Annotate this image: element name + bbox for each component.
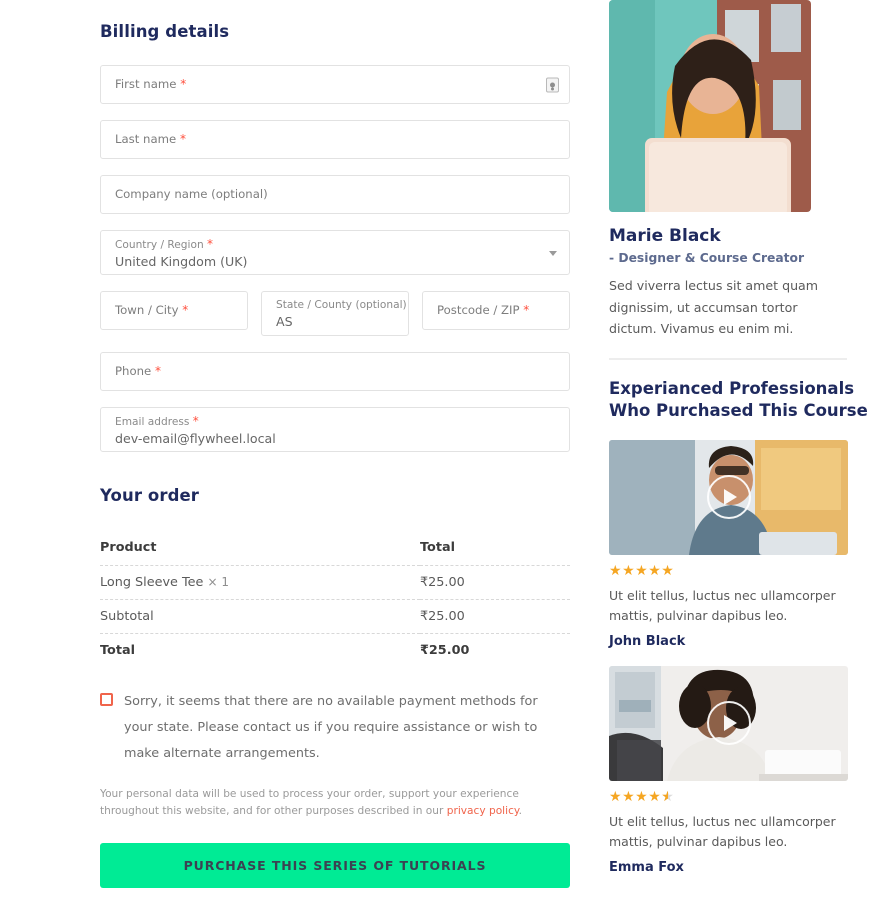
payment-notice: Sorry, it seems that there are no availa… (100, 689, 570, 768)
state-county-field[interactable]: State / County (optional) AS (261, 291, 409, 336)
email-field[interactable]: Email address * dev-email@flywheel.local (100, 407, 570, 452)
rating-stars-2: ★★★★★★ (609, 790, 849, 804)
play-icon[interactable] (706, 475, 751, 519)
star-icon: ★ (635, 562, 649, 579)
required-marker: * (179, 132, 186, 146)
company-name-field[interactable]: Company name (optional) (100, 175, 570, 214)
chevron-down-icon[interactable] (549, 250, 557, 256)
required-marker: * (182, 303, 189, 317)
table-row: Long Sleeve Tee × 1 ₹25.00 (100, 565, 570, 600)
sidebar-column: Marie Black - Designer & Course Creator … (609, 0, 868, 875)
subtotal-label: Subtotal (100, 599, 420, 634)
company-name-label: Company name (optional) (115, 187, 268, 202)
last-name-field[interactable]: Last name * (100, 120, 570, 159)
testimonials-title: Experianced Professionals Who Purchased … (609, 378, 868, 421)
author-role: - Designer & Course Creator (609, 251, 805, 265)
required-marker: * (207, 236, 214, 251)
section-divider (609, 357, 847, 360)
country-region-select[interactable]: Country / Region * United Kingdom (UK) (100, 230, 570, 275)
postcode-zip-label: Postcode / ZIP * (437, 303, 530, 317)
star-icon: ★ (635, 788, 649, 805)
total-label: Total (100, 633, 420, 667)
page-title: Billing details (100, 22, 230, 41)
author-name: Marie Black (609, 226, 721, 246)
play-icon[interactable] (706, 701, 751, 745)
last-name-label: Last name * (115, 132, 186, 146)
table-row: Subtotal ₹25.00 (100, 599, 570, 634)
testimonial-author: Emma Fox (609, 859, 684, 875)
order-summary-table: Product Total Long Sleeve Tee × 1 ₹25.00… (100, 531, 570, 667)
list-item: ★★★★★ Ut elit tellus, luctus nec ullamco… (609, 439, 849, 649)
author-photo-image (609, 0, 811, 212)
town-city-label: Town / City * (115, 303, 189, 317)
testimonial-text: Ut elit tellus, luctus nec ullamcorper m… (609, 813, 836, 849)
first-name-label: First name * (115, 77, 187, 91)
billing-form: First name * Last name * Company name (o… (100, 65, 570, 452)
warning-box-icon (100, 693, 113, 706)
order-item-total: ₹25.00 (420, 565, 570, 600)
column-header-total: Total (420, 540, 455, 555)
required-marker: * (154, 364, 161, 378)
star-icon: ★ (622, 562, 636, 579)
star-icon: ★ (648, 788, 662, 805)
email-label: Email address * (115, 413, 199, 428)
purchase-button[interactable]: PURCHASE THIS SERIES OF TUTORIALS (100, 842, 570, 888)
star-icon: ★ (609, 562, 623, 579)
phone-label: Phone * (115, 364, 161, 378)
list-item: ★★★★★★ Ut elit tellus, luctus nec ullamc… (609, 665, 849, 875)
star-icon: ★ (622, 788, 636, 805)
postcode-zip-field[interactable]: Postcode / ZIP * (422, 291, 570, 330)
rating-stars-1: ★★★★★ (609, 564, 849, 578)
star-half-icon: ★★ (661, 788, 675, 805)
testimonial-text: Ut elit tellus, luctus nec ullamcorper m… (609, 587, 836, 623)
phone-field[interactable]: Phone * (100, 352, 570, 391)
privacy-text-after: . (518, 805, 523, 818)
testimonial-author: John Black (609, 633, 686, 649)
required-marker: * (180, 77, 187, 91)
autofill-contact-icon[interactable] (546, 77, 559, 92)
order-item-name: Long Sleeve Tee × 1 (100, 565, 420, 600)
required-marker: * (192, 413, 199, 428)
state-county-label: State / County (optional) (276, 298, 407, 311)
author-bio: Sed viverra lectus sit amet quam digniss… (609, 278, 819, 337)
star-icon: ★ (609, 788, 623, 805)
country-region-label: Country / Region * (115, 236, 214, 251)
privacy-policy-link[interactable]: privacy policy (447, 805, 519, 817)
checkout-page: Billing details First name * Last name *… (0, 0, 894, 910)
first-name-field[interactable]: First name * (100, 65, 570, 104)
subtotal-value: ₹25.00 (420, 599, 570, 634)
email-value: dev-email@flywheel.local (115, 431, 276, 447)
testimonial-video-thumbnail-2[interactable] (609, 665, 848, 781)
table-row-total: Total ₹25.00 (100, 633, 570, 667)
payment-notice-text: Sorry, it seems that there are no availa… (124, 694, 538, 762)
testimonial-video-thumbnail-1[interactable] (609, 439, 848, 555)
billing-column: Billing details First name * Last name *… (100, 0, 570, 888)
country-region-value: United Kingdom (UK) (115, 254, 248, 270)
state-county-value: AS (276, 314, 293, 330)
order-item-qty: × 1 (207, 575, 229, 589)
author-photo (609, 0, 811, 212)
table-header-row: Product Total (100, 531, 570, 566)
required-marker: * (523, 303, 530, 317)
star-icon: ★ (648, 562, 662, 579)
order-title: Your order (100, 486, 200, 505)
total-value: ₹25.00 (420, 633, 570, 667)
privacy-notice: Your personal data will be used to proce… (100, 786, 570, 821)
column-header-product: Product (100, 540, 157, 555)
address-row: Town / City * State / County (optional) … (100, 291, 570, 336)
town-city-field[interactable]: Town / City * (100, 291, 248, 330)
star-icon: ★ (661, 562, 675, 579)
